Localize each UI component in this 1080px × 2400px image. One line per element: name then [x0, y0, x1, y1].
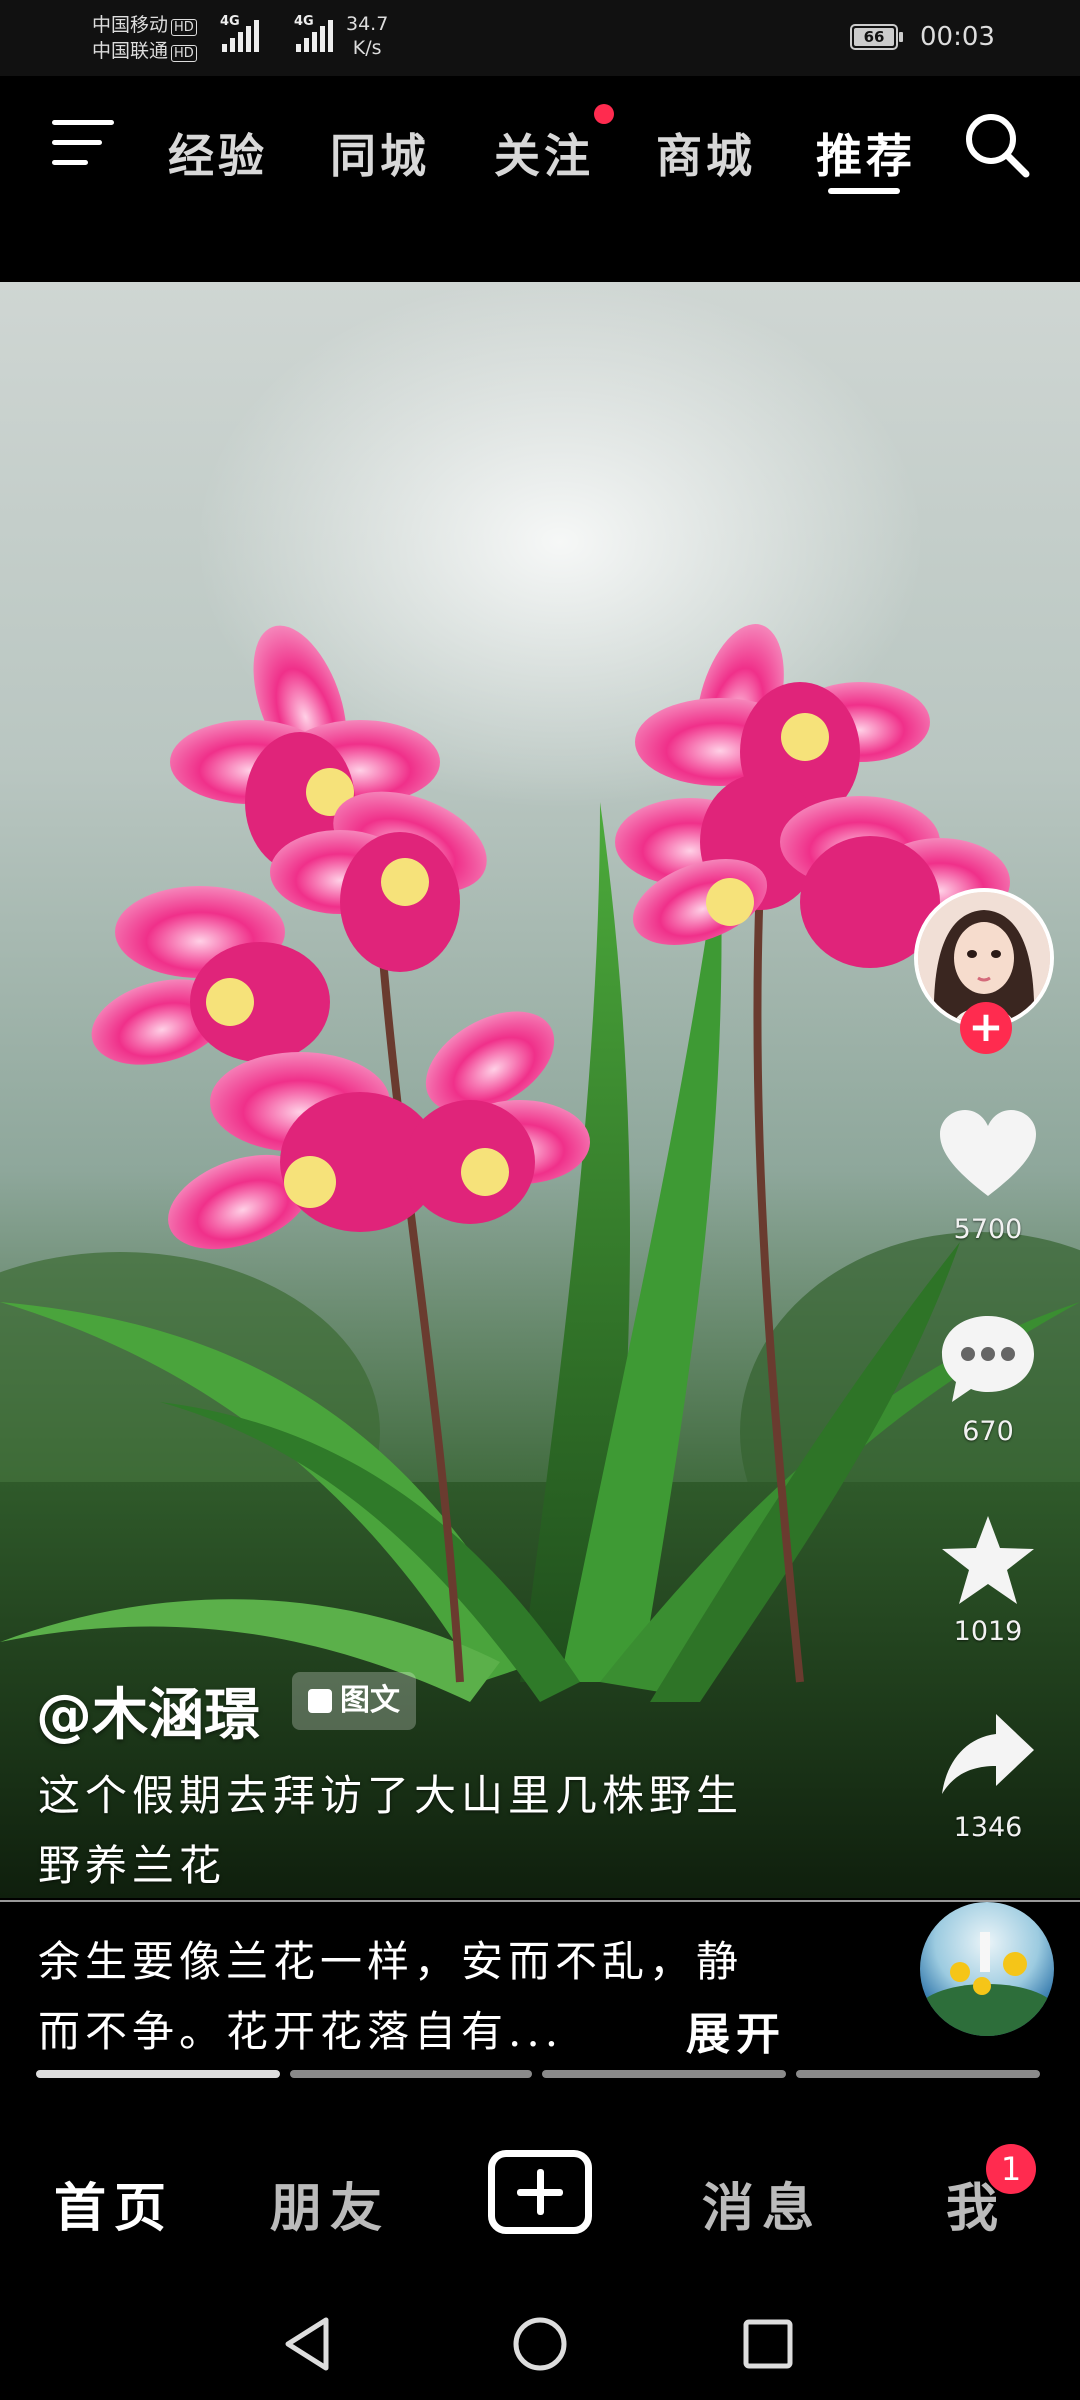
me-notification-badge: 1: [986, 2144, 1036, 2194]
network-type-2: 4G: [294, 14, 314, 29]
post-image[interactable]: + 5700 670 1019 1346: [0, 282, 1080, 1898]
clock: 00:03: [920, 22, 995, 52]
tab-mall[interactable]: 商城: [656, 120, 756, 186]
heart-icon[interactable]: [938, 1108, 1038, 1204]
hd-badge-2: HD: [171, 45, 197, 62]
status-bar: 中国移动 HD 中国联通 HD 4G 4G 34.7 K/s 66 00:03: [0, 0, 1080, 76]
back-icon[interactable]: [280, 2314, 340, 2374]
comment-count: 670: [962, 1416, 1014, 1447]
image-progress-segment-4: [796, 2070, 1040, 2078]
like-count: 5700: [953, 1214, 1023, 1245]
caption-line-4: 而不争。花开花落自有...: [38, 2007, 564, 2056]
recents-icon[interactable]: [738, 2314, 798, 2374]
battery-level: 66: [854, 28, 894, 46]
carrier-info: 中国移动 HD 中国联通 HD: [92, 12, 197, 64]
network-speed: 34.7 K/s: [346, 12, 388, 60]
nav-home[interactable]: 首页: [54, 2166, 174, 2241]
image-progress-segment-2: [290, 2070, 532, 2078]
signal-icon-1: 4G: [220, 14, 259, 52]
comment-icon[interactable]: [938, 1312, 1038, 1408]
caption-line-2: 野养兰花: [38, 1841, 227, 1890]
hd-badge-1: HD: [171, 19, 197, 36]
nav-messages[interactable]: 消息: [702, 2166, 822, 2241]
music-cover-image: [920, 1932, 1054, 2036]
speed-value: 34.7: [346, 13, 389, 35]
expand-caption-button[interactable]: 展开: [686, 1998, 786, 2062]
tab-local[interactable]: 同城: [330, 120, 430, 186]
orchid-photo: [0, 624, 1080, 1898]
active-tab-indicator: [828, 188, 900, 194]
follow-plus-button[interactable]: +: [960, 1002, 1012, 1054]
publish-plus-button[interactable]: [488, 2150, 592, 2234]
share-count: 1346: [953, 1812, 1023, 1843]
search-icon[interactable]: [962, 110, 1032, 180]
music-disc[interactable]: [920, 1902, 1054, 2036]
following-notification-dot: [594, 104, 614, 124]
carrier-2: 中国联通: [92, 40, 169, 62]
image-text-icon: [308, 1689, 332, 1713]
post-type-tag: 图文: [292, 1672, 416, 1730]
content-divider: [0, 1900, 1080, 1902]
nav-friends[interactable]: 朋友: [270, 2166, 390, 2241]
image-progress-segment-1: [36, 2070, 280, 2078]
signal-icon-2: 4G: [294, 14, 333, 52]
network-type-1: 4G: [220, 14, 240, 29]
speed-unit: K/s: [352, 37, 382, 59]
caption-line-3: 余生要像兰花一样，安而不乱，静: [38, 1937, 744, 1986]
tab-experience[interactable]: 经验: [168, 120, 268, 186]
tab-recommend[interactable]: 推荐: [816, 120, 916, 186]
system-nav-bar: [0, 2284, 1080, 2400]
star-icon[interactable]: [938, 1512, 1038, 1608]
image-progress-segment-3: [542, 2070, 786, 2078]
caption-line-1: 这个假期去拜访了大山里几株野生: [38, 1771, 744, 1820]
author-username[interactable]: @木涵璟: [36, 1670, 260, 1751]
tab-following[interactable]: 关注: [494, 120, 594, 186]
share-icon[interactable]: [938, 1708, 1038, 1804]
post-type-label: 图文: [340, 1683, 400, 1718]
carrier-1: 中国移动: [92, 14, 169, 36]
home-circle-icon[interactable]: [510, 2314, 570, 2374]
menu-icon[interactable]: [52, 118, 114, 168]
battery-icon: 66: [850, 24, 903, 50]
favorite-count: 1019: [953, 1616, 1023, 1647]
